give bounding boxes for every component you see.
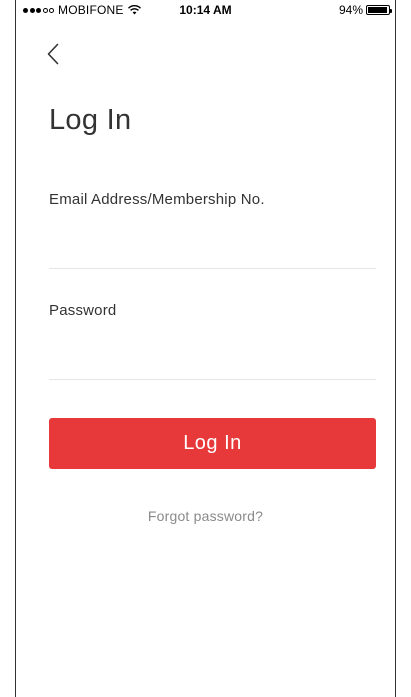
password-field[interactable] xyxy=(49,346,376,380)
login-button[interactable]: Log In xyxy=(49,418,376,469)
battery-tip xyxy=(390,9,392,13)
app-screen: MOBIFONE 10:14 AM 94% Log In Email Addre… xyxy=(15,0,396,697)
battery-percent: 94% xyxy=(338,3,363,17)
status-bar: MOBIFONE 10:14 AM 94% xyxy=(16,0,395,22)
email-label: Email Address/Membership No. xyxy=(49,191,265,208)
back-button[interactable] xyxy=(46,40,70,70)
chevron-left-icon xyxy=(47,43,59,65)
page-title: Log In xyxy=(49,104,132,136)
forgot-password-link[interactable]: Forgot password? xyxy=(16,508,395,524)
email-field[interactable] xyxy=(49,235,376,269)
status-right: 94% xyxy=(338,3,392,17)
password-label: Password xyxy=(49,302,117,319)
battery-fill xyxy=(368,7,387,13)
battery-icon xyxy=(366,5,392,15)
